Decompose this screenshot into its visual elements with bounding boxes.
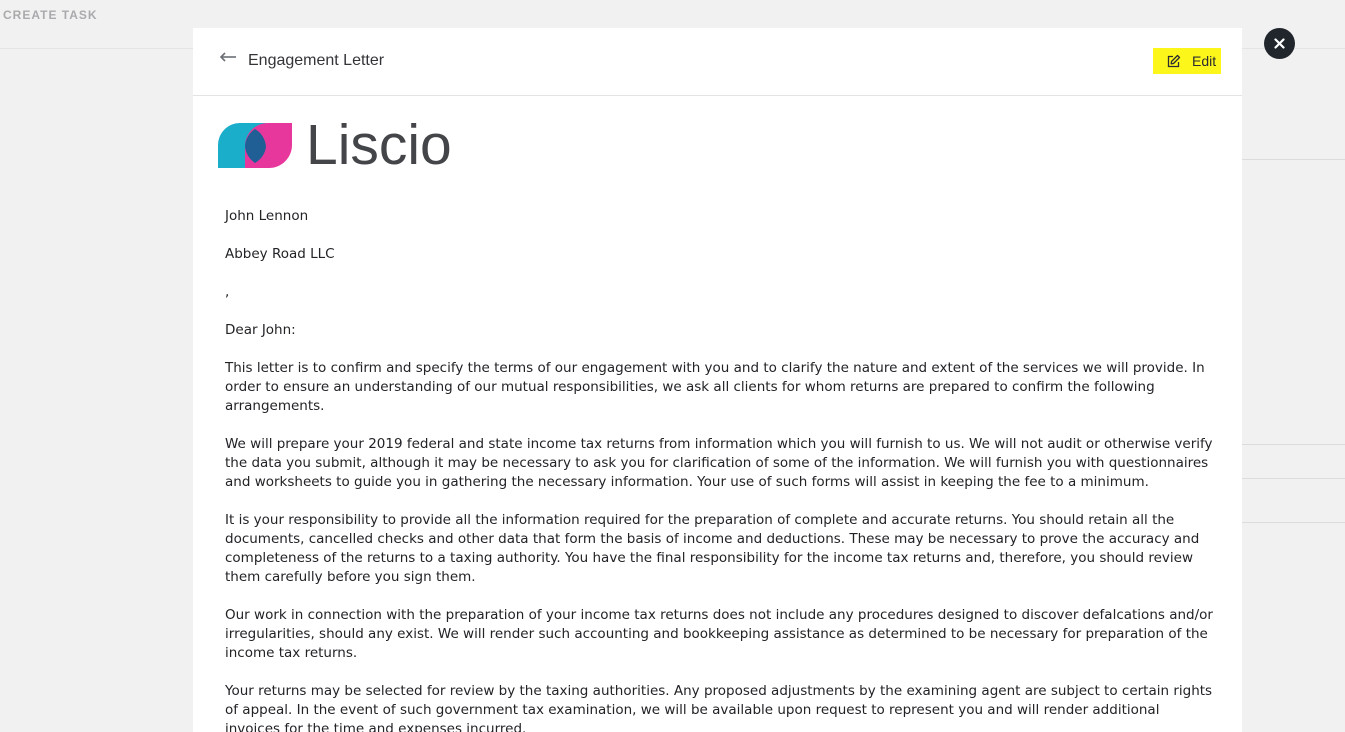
liscio-logo-mark <box>218 123 292 168</box>
background-divider <box>1242 159 1345 160</box>
recipient-name: John Lennon <box>225 208 309 224</box>
edit-button-label: Edit <box>1192 53 1217 69</box>
background-divider <box>1242 444 1345 445</box>
close-icon <box>1274 38 1285 49</box>
letter-paragraph: Our work in connection with the preparat… <box>225 607 1213 661</box>
letter-paragraph: This letter is to confirm and specify th… <box>225 360 1205 414</box>
background-page-title: CREATE TASK <box>3 8 98 22</box>
letter-paragraph: It is your responsibility to provide all… <box>225 512 1200 585</box>
close-button[interactable] <box>1264 28 1295 59</box>
letter-paragraph: We will prepare your 2019 federal and st… <box>225 436 1213 490</box>
salutation: Dear John: <box>225 322 296 338</box>
engagement-letter-modal: Engagement Letter Edit Liscio John Lenno… <box>193 28 1242 732</box>
arrow-left-icon[interactable] <box>218 50 238 64</box>
background-divider <box>1242 522 1345 523</box>
recipient-company: Abbey Road LLC <box>225 246 335 262</box>
liscio-logo: Liscio <box>218 113 463 177</box>
liscio-logo-text: Liscio <box>306 113 452 177</box>
modal-header: Engagement Letter Edit <box>193 28 1242 96</box>
edit-icon <box>1166 54 1181 69</box>
modal-title: Engagement Letter <box>248 52 385 69</box>
letter-body: John Lennon Abbey Road LLC , Dear John: … <box>225 207 1215 732</box>
letter-paragraph: Your returns may be selected for review … <box>225 683 1213 732</box>
edit-button[interactable]: Edit <box>1153 48 1221 74</box>
background-divider <box>1242 478 1345 479</box>
recipient-address: , <box>225 284 230 300</box>
